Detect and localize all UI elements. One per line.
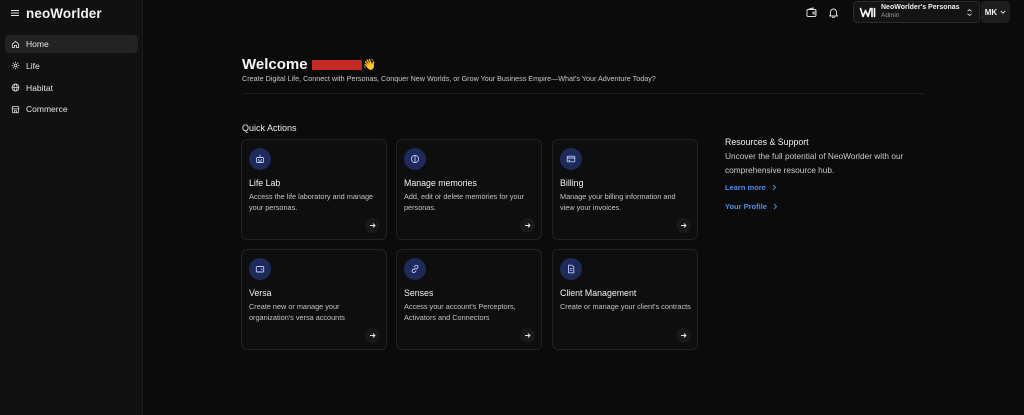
hamburger-menu-icon[interactable] bbox=[10, 8, 20, 18]
divider bbox=[242, 93, 924, 94]
sidebar-item-commerce[interactable]: Commerce bbox=[5, 100, 138, 118]
sidebar-item-life[interactable]: Life bbox=[5, 57, 138, 75]
link-label: Your Profile bbox=[725, 202, 767, 211]
link-icon bbox=[404, 258, 426, 280]
sidebar-nav: Home Life Habitat Commerce bbox=[5, 35, 138, 122]
card-description: Manage your billing information and view… bbox=[560, 192, 676, 213]
brain-icon bbox=[404, 148, 426, 170]
chevron-down-icon bbox=[1000, 9, 1006, 15]
card-description: Create or manage your client's contracts bbox=[560, 302, 691, 311]
welcome-title: Welcome bbox=[242, 56, 308, 73]
arrow-right-icon[interactable] bbox=[365, 218, 380, 233]
resources-heading: Resources & Support bbox=[725, 137, 809, 147]
app-logo[interactable]: neoWorlder bbox=[26, 6, 102, 21]
card-title: Client Management bbox=[560, 288, 637, 298]
arrow-right-icon[interactable] bbox=[676, 218, 691, 233]
chevron-right-icon bbox=[772, 203, 778, 210]
organization-role: Admin bbox=[881, 12, 900, 19]
redacted-username bbox=[311, 59, 362, 70]
gear-icon bbox=[11, 61, 20, 70]
card-versa[interactable]: Versa Create new or manage your organiza… bbox=[241, 249, 387, 350]
card-description: Add, edit or delete memories for your pe… bbox=[404, 192, 525, 213]
document-icon bbox=[560, 258, 582, 280]
robot-icon bbox=[249, 148, 271, 170]
organization-switcher[interactable]: NeoWorlder's Personas Admin bbox=[853, 1, 980, 23]
your-profile-link[interactable]: Your Profile bbox=[725, 202, 778, 211]
welcome-subtitle: Create Digital Life, Connect with Person… bbox=[242, 74, 656, 83]
card-client-management[interactable]: Client Management Create or manage your … bbox=[552, 249, 698, 350]
sidebar: neoWorlder Home Life Habitat Commerce bbox=[0, 0, 143, 415]
chevron-up-down-icon bbox=[966, 8, 973, 17]
store-icon bbox=[11, 105, 20, 114]
wallet-icon bbox=[249, 258, 271, 280]
card-senses[interactable]: Senses Access your account's Perceptors,… bbox=[396, 249, 542, 350]
card-description: Access your account's Perceptors, Activa… bbox=[404, 302, 516, 323]
card-title: Billing bbox=[560, 178, 584, 188]
sidebar-item-label: Commerce bbox=[26, 104, 68, 115]
arrow-right-icon[interactable] bbox=[676, 328, 691, 343]
page-title: Welcome 👋 bbox=[242, 56, 376, 73]
card-billing[interactable]: Billing Manage your billing information … bbox=[552, 139, 698, 240]
link-label: Learn more bbox=[725, 183, 766, 192]
card-life-lab[interactable]: Life Lab Access the life laboratory and … bbox=[241, 139, 387, 240]
card-description: Create new or manage your organization's… bbox=[249, 302, 345, 323]
card-manage-memories[interactable]: Manage memories Add, edit or delete memo… bbox=[396, 139, 542, 240]
arrow-right-icon[interactable] bbox=[520, 218, 535, 233]
sidebar-item-home[interactable]: Home bbox=[5, 35, 138, 53]
sidebar-item-label: Life bbox=[26, 60, 40, 71]
waving-hand-icon: 👋 bbox=[362, 59, 377, 71]
card-title: Manage memories bbox=[404, 178, 477, 188]
card-title: Life Lab bbox=[249, 178, 281, 188]
sidebar-item-label: Home bbox=[26, 39, 49, 49]
logo-row: neoWorlder bbox=[10, 6, 102, 21]
bell-icon[interactable] bbox=[828, 7, 839, 18]
credit-card-icon bbox=[560, 148, 582, 170]
wallet-icon[interactable] bbox=[806, 7, 817, 18]
sidebar-item-habitat[interactable]: Habitat bbox=[5, 79, 138, 97]
chevron-right-icon bbox=[771, 184, 777, 191]
home-icon bbox=[11, 40, 20, 49]
user-initials: MK bbox=[984, 7, 998, 17]
sidebar-item-label: Habitat bbox=[26, 82, 53, 93]
learn-more-link[interactable]: Learn more bbox=[725, 183, 777, 192]
card-title: Senses bbox=[404, 288, 434, 298]
arrow-right-icon[interactable] bbox=[365, 328, 380, 343]
user-menu-button[interactable]: MK bbox=[981, 1, 1010, 23]
organization-logo-icon bbox=[859, 6, 876, 19]
organization-info: NeoWorlder's Personas Admin bbox=[881, 4, 960, 21]
resources-description: Uncover the full potential of NeoWorlder… bbox=[725, 151, 904, 175]
organization-name: NeoWorlder's Personas bbox=[881, 3, 960, 11]
card-description: Access the life laboratory and manage yo… bbox=[249, 192, 374, 213]
card-title: Versa bbox=[249, 288, 272, 298]
arrow-right-icon[interactable] bbox=[520, 328, 535, 343]
quick-actions-heading: Quick Actions bbox=[242, 123, 297, 133]
globe-icon bbox=[11, 83, 20, 92]
